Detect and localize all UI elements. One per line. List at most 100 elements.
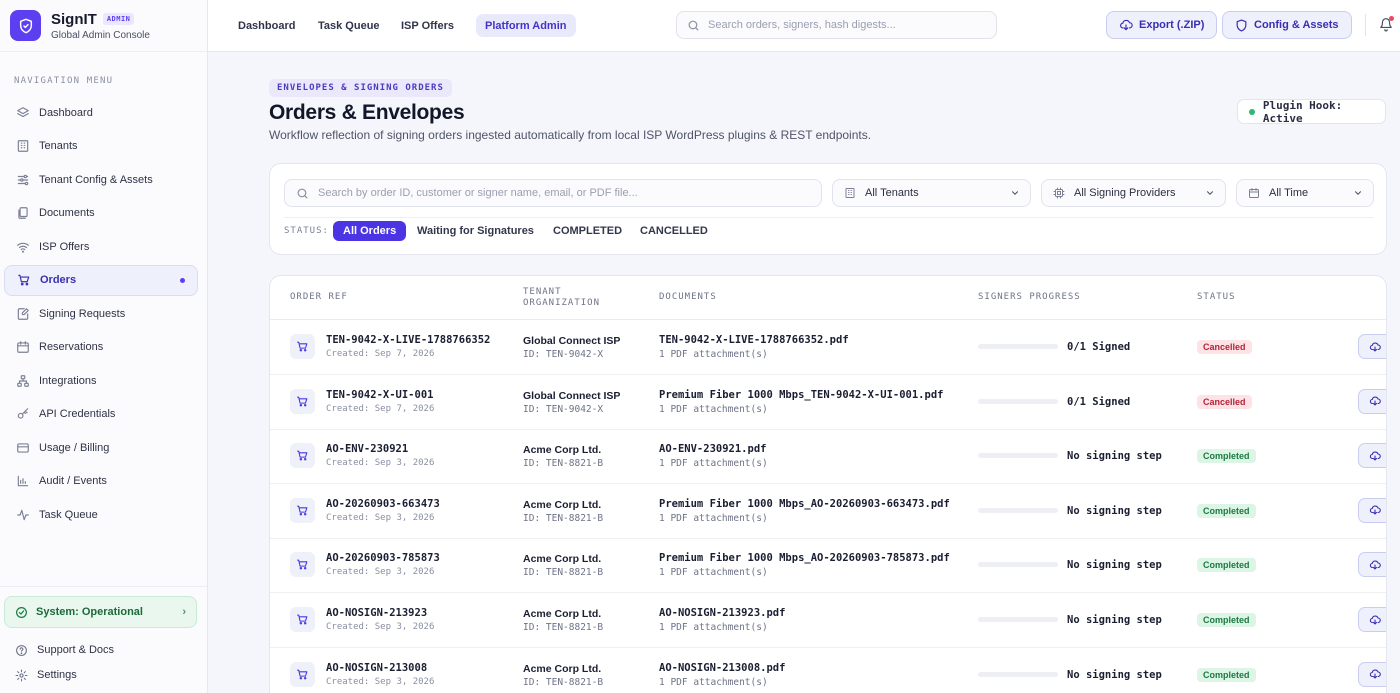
page-title: Orders & Envelopes — [269, 101, 465, 124]
search-icon — [687, 19, 700, 32]
shield-logo-icon — [10, 10, 41, 41]
nav-heading: NAVIGATION MENU — [14, 76, 114, 86]
signers-progress-bar — [978, 507, 1058, 513]
attachment-count: 1 PDF attachment(s) — [659, 349, 768, 360]
sidebar-item-label: API Credentials — [39, 408, 116, 420]
sidebar-item-dashboard[interactable]: Dashboard — [4, 97, 198, 128]
document-filename[interactable]: TEN-9042-X-LIVE-1788766352.pdf — [659, 334, 849, 346]
brand-name: SignIT — [51, 10, 97, 28]
tenant-id: ID: TEN-8821-B — [523, 622, 604, 633]
cart-icon — [290, 661, 315, 687]
table-row[interactable]: AO-20260903-785873 Created: Sep 3, 2026 Ac… — [270, 538, 1386, 594]
table-row[interactable]: TEN-9042-X-UI-001 Created: Sep 7, 2026 Glo… — [270, 375, 1386, 430]
order-ref[interactable]: AO-20260903-663473 — [326, 498, 440, 510]
document-filename[interactable]: Premium Fiber 1000 Mbps_AO-20260903-7858… — [659, 552, 950, 564]
export-zip-button[interactable]: Export (.ZIP) — [1106, 11, 1218, 39]
download-row-button[interactable] — [1358, 334, 1386, 359]
signers-progress-label: No signing step — [1067, 504, 1162, 517]
document-filename[interactable]: Premium Fiber 1000 Mbps_AO-20260903-6634… — [659, 498, 950, 510]
download-row-button[interactable] — [1358, 388, 1386, 414]
column-header-signers-progress: SIGNERS PROGRESS — [978, 292, 1081, 302]
download-row-button[interactable] — [1358, 607, 1386, 632]
document-filename[interactable]: AO-NOSIGN-213923.pdf — [659, 607, 785, 619]
table-row[interactable]: AO-ENV-230921 Created: Sep 3, 2026 Acme Co… — [270, 429, 1386, 485]
sidebar-item-orders[interactable]: Orders — [4, 264, 198, 296]
download-row-button[interactable] — [1358, 497, 1386, 523]
sidebar: SignIT ADMIN Global Admin Console NAVIGAT… — [0, 0, 208, 693]
cart-icon — [290, 443, 315, 469]
order-ref[interactable]: TEN-9042-X-LIVE-1788766352 — [326, 334, 490, 346]
order-created-date: Created: Sep 3, 2026 — [326, 676, 435, 687]
signers-progress-label: No signing step — [1067, 450, 1162, 463]
column-header-tenant-line2: ORGANIZATION — [523, 298, 601, 308]
download-row-button[interactable] — [1358, 552, 1386, 578]
order-search-input[interactable] — [318, 187, 808, 199]
cart-icon — [290, 607, 315, 632]
provider-select[interactable]: All Signing Providers — [1041, 179, 1226, 207]
shield-icon — [1235, 18, 1248, 32]
table-row[interactable]: AO-20260903-663473 Created: Sep 3, 2026 Ac… — [270, 484, 1386, 539]
sidebar-item-label: Audit / Events — [39, 475, 107, 487]
status-badge: Completed — [1197, 667, 1256, 682]
table-row[interactable]: AO-NOSIGN-213008 Created: Sep 3, 2026 Acme… — [270, 648, 1386, 693]
settings-label: Settings — [37, 669, 77, 681]
orders-table: ORDER REF TENANT ORGANIZATION DOCUMENTS … — [269, 275, 1387, 693]
table-row[interactable]: TEN-9042-X-LIVE-1788766352 Created: Sep 7… — [270, 320, 1386, 375]
order-ref[interactable]: AO-20260903-785873 — [326, 552, 440, 564]
table-row[interactable]: AO-NOSIGN-213923 Created: Sep 3, 2026 Acme… — [270, 593, 1386, 648]
tab-platform-admin[interactable]: Platform Admin — [476, 14, 576, 37]
sidebar-item-tenants[interactable]: Tenants — [4, 131, 198, 162]
cloud-download-icon — [1369, 504, 1381, 516]
tab-isp-offers[interactable]: ISP Offers — [392, 14, 463, 37]
order-ref[interactable]: TEN-9042-X-UI-001 — [326, 389, 433, 401]
sidebar-item-label: Tenant Config & Assets — [39, 173, 153, 186]
document-filename[interactable]: AO-ENV-230921.pdf — [659, 443, 766, 455]
sidebar-item-api-credentials[interactable]: API Credentials — [4, 399, 198, 430]
sidebar-item-usage-billing[interactable]: Usage / Billing — [4, 432, 198, 463]
export-zip-label: Export (.ZIP) — [1139, 19, 1205, 31]
order-ref[interactable]: AO-ENV-230921 — [326, 443, 408, 455]
sidebar-item-documents[interactable]: Documents — [4, 198, 198, 229]
sidebar-item-task-queue[interactable]: Task Queue — [4, 499, 198, 530]
cloud-download-icon — [1119, 18, 1133, 32]
sidebar-item-label: Integrations — [39, 374, 97, 387]
global-search-input[interactable] — [708, 19, 988, 31]
sidebar-item-tenant-config-assets[interactable]: Tenant Config & Assets — [4, 164, 198, 195]
config-assets-label: Config & Assets — [1254, 19, 1339, 31]
download-row-button[interactable] — [1358, 661, 1386, 687]
tab-dashboard[interactable]: Dashboard — [229, 14, 304, 37]
tenant-select[interactable]: All Tenants — [832, 179, 1031, 207]
sidebar-item-integrations[interactable]: Integrations — [4, 365, 198, 396]
order-search[interactable] — [284, 179, 822, 207]
tenant-name: Acme Corp Ltd. — [523, 608, 602, 620]
cart-icon — [17, 273, 31, 287]
settings-link[interactable]: Settings — [14, 668, 77, 682]
brand[interactable]: SignIT ADMIN Global Admin Console — [0, 0, 207, 52]
document-filename[interactable]: AO-NOSIGN-213008.pdf — [659, 662, 785, 674]
building-icon — [16, 139, 30, 153]
order-ref[interactable]: AO-NOSIGN-213923 — [326, 607, 427, 619]
sidebar-item-isp-offers[interactable]: ISP Offers — [4, 231, 198, 262]
status-filter-cancelled[interactable]: CANCELLED — [630, 221, 718, 241]
status-badge: Completed — [1197, 503, 1256, 518]
sidebar-item-reservations[interactable]: Reservations — [4, 332, 198, 363]
download-row-button[interactable] — [1358, 443, 1386, 469]
sidebar-item-audit-events[interactable]: Audit / Events — [4, 466, 198, 497]
global-search[interactable] — [676, 11, 997, 39]
document-filename[interactable]: Premium Fiber 1000 Mbps_TEN-9042-X-UI-00… — [659, 389, 943, 401]
sidebar-item-label: Orders — [40, 274, 77, 286]
config-assets-button[interactable]: Config & Assets — [1222, 11, 1352, 39]
tab-task-queue[interactable]: Task Queue — [309, 14, 389, 37]
status-filter-completed[interactable]: COMPLETED — [543, 221, 632, 241]
status-filter-all-orders[interactable]: All Orders — [333, 221, 407, 241]
time-select[interactable]: All Time — [1236, 179, 1374, 207]
sidebar-item-signing-requests[interactable]: Signing Requests — [4, 298, 198, 329]
system-status-button[interactable]: System: Operational › — [4, 596, 197, 628]
tenant-id: ID: TEN-8821-B — [523, 458, 604, 470]
layers-icon — [16, 106, 30, 120]
order-ref[interactable]: AO-NOSIGN-213008 — [326, 662, 427, 674]
support-docs-link[interactable]: Support & Docs — [14, 643, 114, 657]
plugin-status-badge: Plugin Hook: Active — [1237, 99, 1386, 125]
status-filter-waiting[interactable]: Waiting for Signatures — [407, 221, 544, 241]
cart-icon — [290, 552, 315, 578]
